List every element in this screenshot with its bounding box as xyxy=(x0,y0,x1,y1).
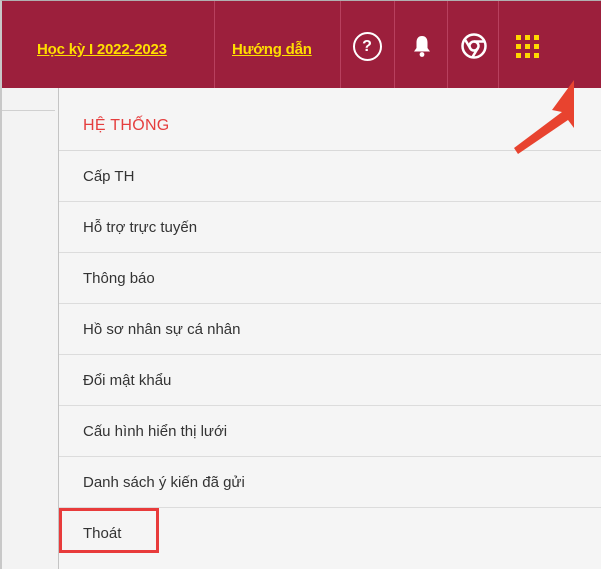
menu-item-label: Danh sách ý kiến đã gửi xyxy=(83,473,245,491)
menu-item-label: Đổi mật khẩu xyxy=(83,371,172,389)
menu-item-label: Hồ sơ nhân sự cá nhân xyxy=(83,320,241,338)
menu-item-online-support[interactable]: Hỗ trợ trực tuyến xyxy=(59,202,601,253)
apps-grid-icon xyxy=(515,34,539,58)
top-navigation-bar: Học kỳ I 2022-2023 Hướng dẫn ? xyxy=(2,1,601,88)
menu-item-label: Cấp TH xyxy=(83,167,135,185)
bell-icon xyxy=(414,36,430,57)
menu-item-change-password[interactable]: Đổi mật khẩu xyxy=(59,355,601,406)
menu-item-school-level[interactable]: Cấp TH xyxy=(59,151,601,202)
menu-item-label: Cấu hình hiển thị lưới xyxy=(83,422,228,440)
system-dropdown-menu: HỆ THỐNG Cấp TH Hỗ trợ trực tuyến Thông … xyxy=(58,88,601,569)
menu-item-notifications[interactable]: Thông báo xyxy=(59,253,601,304)
divider xyxy=(394,1,395,88)
background-divider xyxy=(2,110,55,111)
browser-button[interactable] xyxy=(454,26,494,66)
help-icon: ? xyxy=(352,31,382,61)
menu-item-sent-feedback[interactable]: Danh sách ý kiến đã gửi xyxy=(59,457,601,508)
help-button[interactable]: ? xyxy=(347,26,387,66)
menu-item-label: Hỗ trợ trực tuyến xyxy=(83,218,198,236)
chrome-icon xyxy=(461,33,487,59)
semester-link[interactable]: Học kỳ I 2022-2023 xyxy=(37,41,167,58)
menu-item-personal-profile[interactable]: Hồ sơ nhân sự cá nhân xyxy=(59,304,601,355)
highlight-box xyxy=(59,508,159,553)
apps-menu-button[interactable] xyxy=(507,26,547,66)
divider xyxy=(214,1,215,88)
guide-link[interactable]: Hướng dẫn xyxy=(232,41,312,58)
menu-header-label: HỆ THỐNG xyxy=(83,117,170,134)
menu-item-grid-display-config[interactable]: Cấu hình hiển thị lưới xyxy=(59,406,601,457)
divider xyxy=(498,1,499,88)
notifications-button[interactable] xyxy=(402,26,442,66)
menu-header: HỆ THỐNG xyxy=(59,88,601,151)
divider xyxy=(340,1,341,88)
divider xyxy=(447,1,448,88)
menu-item-label: Thông báo xyxy=(83,269,155,287)
